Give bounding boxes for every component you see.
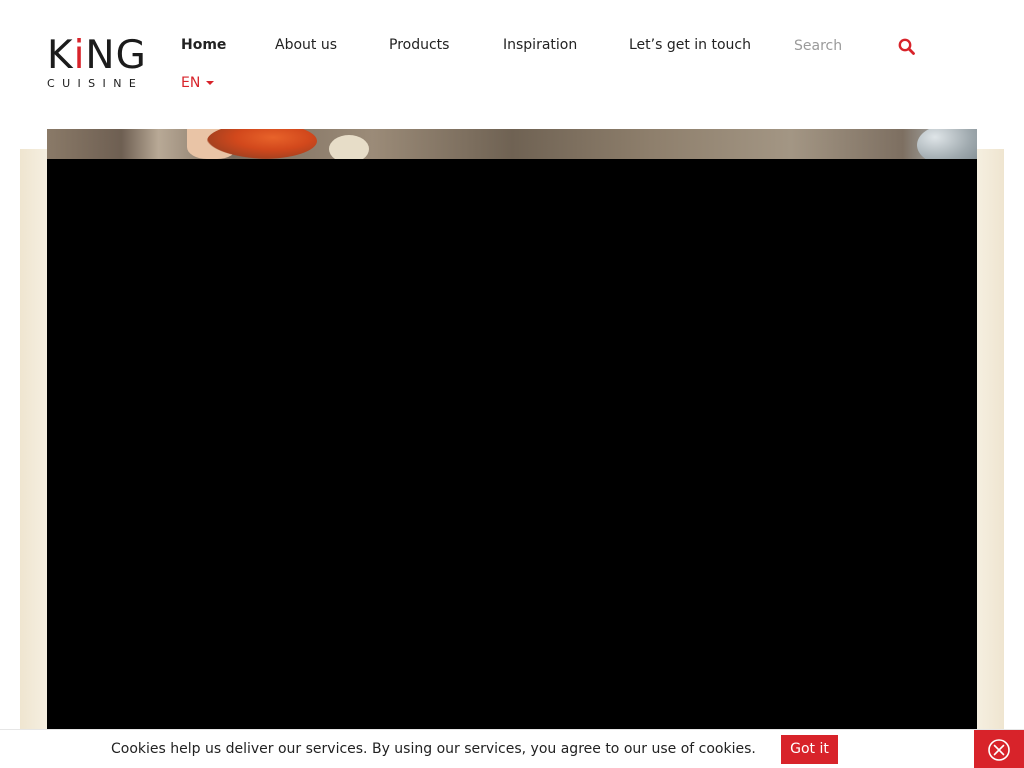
nav-about-us[interactable]: About us [275, 34, 337, 56]
search-icon [898, 38, 915, 55]
hero-bread [329, 135, 369, 159]
cookie-bar: Cookies help us deliver our services. By… [0, 729, 1024, 768]
nav-inspiration[interactable]: Inspiration [503, 34, 577, 56]
search-button[interactable] [895, 35, 917, 57]
video-player[interactable] [47, 159, 977, 768]
site-header: KiNG CUISINE Home About us Products Insp… [0, 0, 1024, 129]
language-selector[interactable]: EN [181, 72, 215, 94]
caret-down-icon [206, 81, 215, 85]
search-input[interactable] [794, 34, 894, 58]
nav-home[interactable]: Home [181, 34, 226, 56]
cookie-close-button[interactable] [974, 730, 1024, 768]
logo-subtitle: CUISINE [47, 77, 144, 90]
cookie-accept-button[interactable]: Got it [781, 735, 838, 764]
cookie-message: Cookies help us deliver our services. By… [111, 741, 756, 757]
hero-bowl [917, 129, 977, 159]
nav-products[interactable]: Products [389, 34, 449, 56]
close-circle-icon [988, 738, 1010, 761]
logo-word: KiNG [47, 33, 147, 78]
logo[interactable]: KiNG CUISINE [47, 33, 147, 94]
language-label: EN [181, 75, 201, 91]
hero-image [47, 129, 977, 159]
nav-contact[interactable]: Let’s get in touch [629, 34, 751, 56]
